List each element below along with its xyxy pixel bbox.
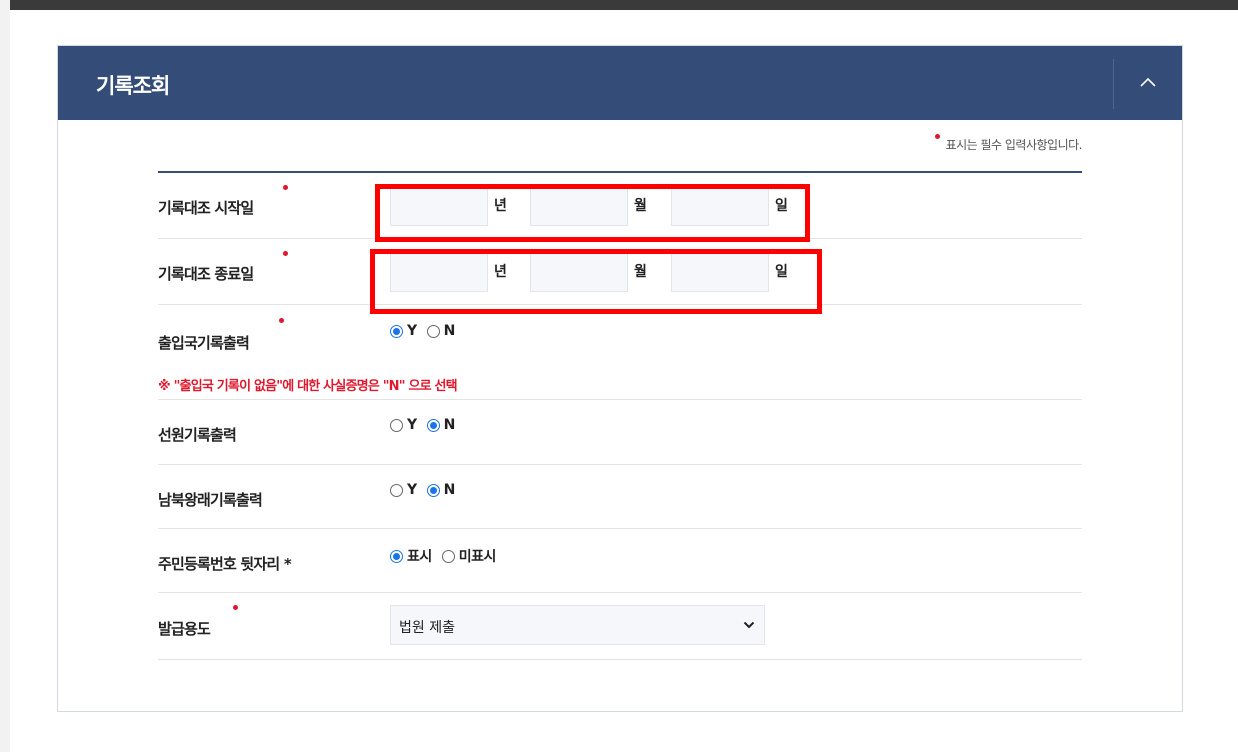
end-day-unit: 일 (775, 264, 788, 280)
required-dot-icon (279, 318, 284, 323)
panel-title: 기록조회 (96, 74, 170, 98)
immigration-radio-group: Y N (390, 323, 465, 339)
start-year-unit: 년 (494, 198, 507, 214)
immigration-no-text: N (443, 323, 456, 339)
end-day-input[interactable] (671, 252, 769, 292)
required-note-text: 표시는 필수 입력사항입니다. (945, 138, 1083, 152)
immigration-yes-text: Y (407, 323, 417, 339)
crew-yes-text: Y (407, 417, 417, 433)
end-year-input[interactable] (390, 252, 488, 292)
row-immigration: 출입국기록출력 Y N ※ "출입국 기록이 없음"에 대한 사실증명은 "N"… (158, 305, 1082, 400)
required-dot-icon (233, 605, 238, 610)
immigration-yes-option[interactable]: Y (390, 323, 417, 339)
panel-header: 기록조회 (58, 46, 1182, 120)
start-year-input[interactable] (390, 186, 488, 226)
radio-selected-icon (426, 418, 440, 432)
radio-unselected-icon (390, 483, 403, 497)
resident-number-radio-group: 표시 미표시 (390, 546, 506, 566)
resident-hide-text: 미표시 (458, 549, 497, 565)
row-end-date: 기록대조 종료일 년 월 일 (158, 239, 1082, 305)
row-start-date: 기록대조 시작일 년 월 일 (158, 173, 1082, 239)
inter-korea-no-option[interactable]: N (426, 482, 456, 498)
inter-korea-yes-option[interactable]: Y (390, 482, 417, 498)
radio-unselected-icon (441, 549, 455, 563)
end-month-unit: 월 (634, 264, 647, 280)
inter-korea-no-text: N (443, 482, 456, 498)
end-month-input[interactable] (530, 252, 628, 292)
purpose-label: 발급용도 (158, 620, 211, 638)
immigration-warning: ※ "출입국 기록이 없음"에 대한 사실증명은 "N" 으로 선택 (158, 379, 458, 394)
collapse-button[interactable] (1114, 46, 1182, 120)
radio-selected-icon (390, 549, 403, 563)
required-dot-icon (934, 134, 940, 139)
chevron-down-icon (743, 621, 755, 629)
chevron-up-icon (1140, 77, 1156, 87)
inter-korea-label: 남북왕래기록출력 (158, 491, 263, 509)
resident-show-option[interactable]: 표시 (390, 546, 432, 566)
immigration-no-option[interactable]: N (426, 323, 456, 339)
resident-number-label: 주민등록번호 뒷자리 * (158, 555, 292, 573)
start-day-input[interactable] (671, 186, 769, 226)
background-page (0, 0, 10, 752)
end-year-unit: 년 (494, 264, 507, 280)
required-dot-icon (283, 251, 288, 256)
crew-no-text: N (443, 417, 456, 433)
row-crew: 선원기록출력 Y N (158, 400, 1082, 465)
radio-selected-icon (390, 324, 403, 338)
crew-yes-option[interactable]: Y (390, 417, 417, 433)
inter-korea-radio-group: Y N (390, 482, 465, 498)
record-lookup-panel: 기록조회 표시는 필수 입력사항입니다. 기록대조 시작일 년 월 일 기록대조… (57, 45, 1183, 712)
start-date-label: 기록대조 시작일 (158, 199, 254, 217)
crew-label: 선원기록출력 (158, 426, 237, 444)
purpose-selected-value: 법원 제출 (399, 620, 455, 636)
resident-hide-option[interactable]: 미표시 (441, 546, 497, 566)
purpose-select[interactable]: 법원 제출 (390, 605, 765, 645)
radio-unselected-icon (390, 418, 403, 432)
inter-korea-yes-text: Y (407, 482, 417, 498)
crew-radio-group: Y N (390, 417, 465, 433)
immigration-label: 출입국기록출력 (158, 334, 250, 352)
resident-show-text: 표시 (407, 549, 432, 565)
end-date-label: 기록대조 종료일 (158, 265, 254, 283)
record-lookup-modal: 기록조회 표시는 필수 입력사항입니다. 기록대조 시작일 년 월 일 기록대조… (10, 10, 1238, 752)
required-dot-icon (283, 185, 288, 190)
crew-no-option[interactable]: N (426, 417, 456, 433)
start-day-unit: 일 (775, 198, 788, 214)
radio-selected-icon (426, 483, 440, 497)
row-resident-number: 주민등록번호 뒷자리 * 표시 미표시 (158, 529, 1082, 593)
radio-unselected-icon (426, 324, 440, 338)
start-month-input[interactable] (530, 186, 628, 226)
row-purpose: 발급용도 법원 제출 (158, 593, 1082, 660)
required-note: 표시는 필수 입력사항입니다. (934, 134, 1083, 153)
start-month-unit: 월 (634, 198, 647, 214)
row-inter-korea: 남북왕래기록출력 Y N (158, 465, 1082, 529)
